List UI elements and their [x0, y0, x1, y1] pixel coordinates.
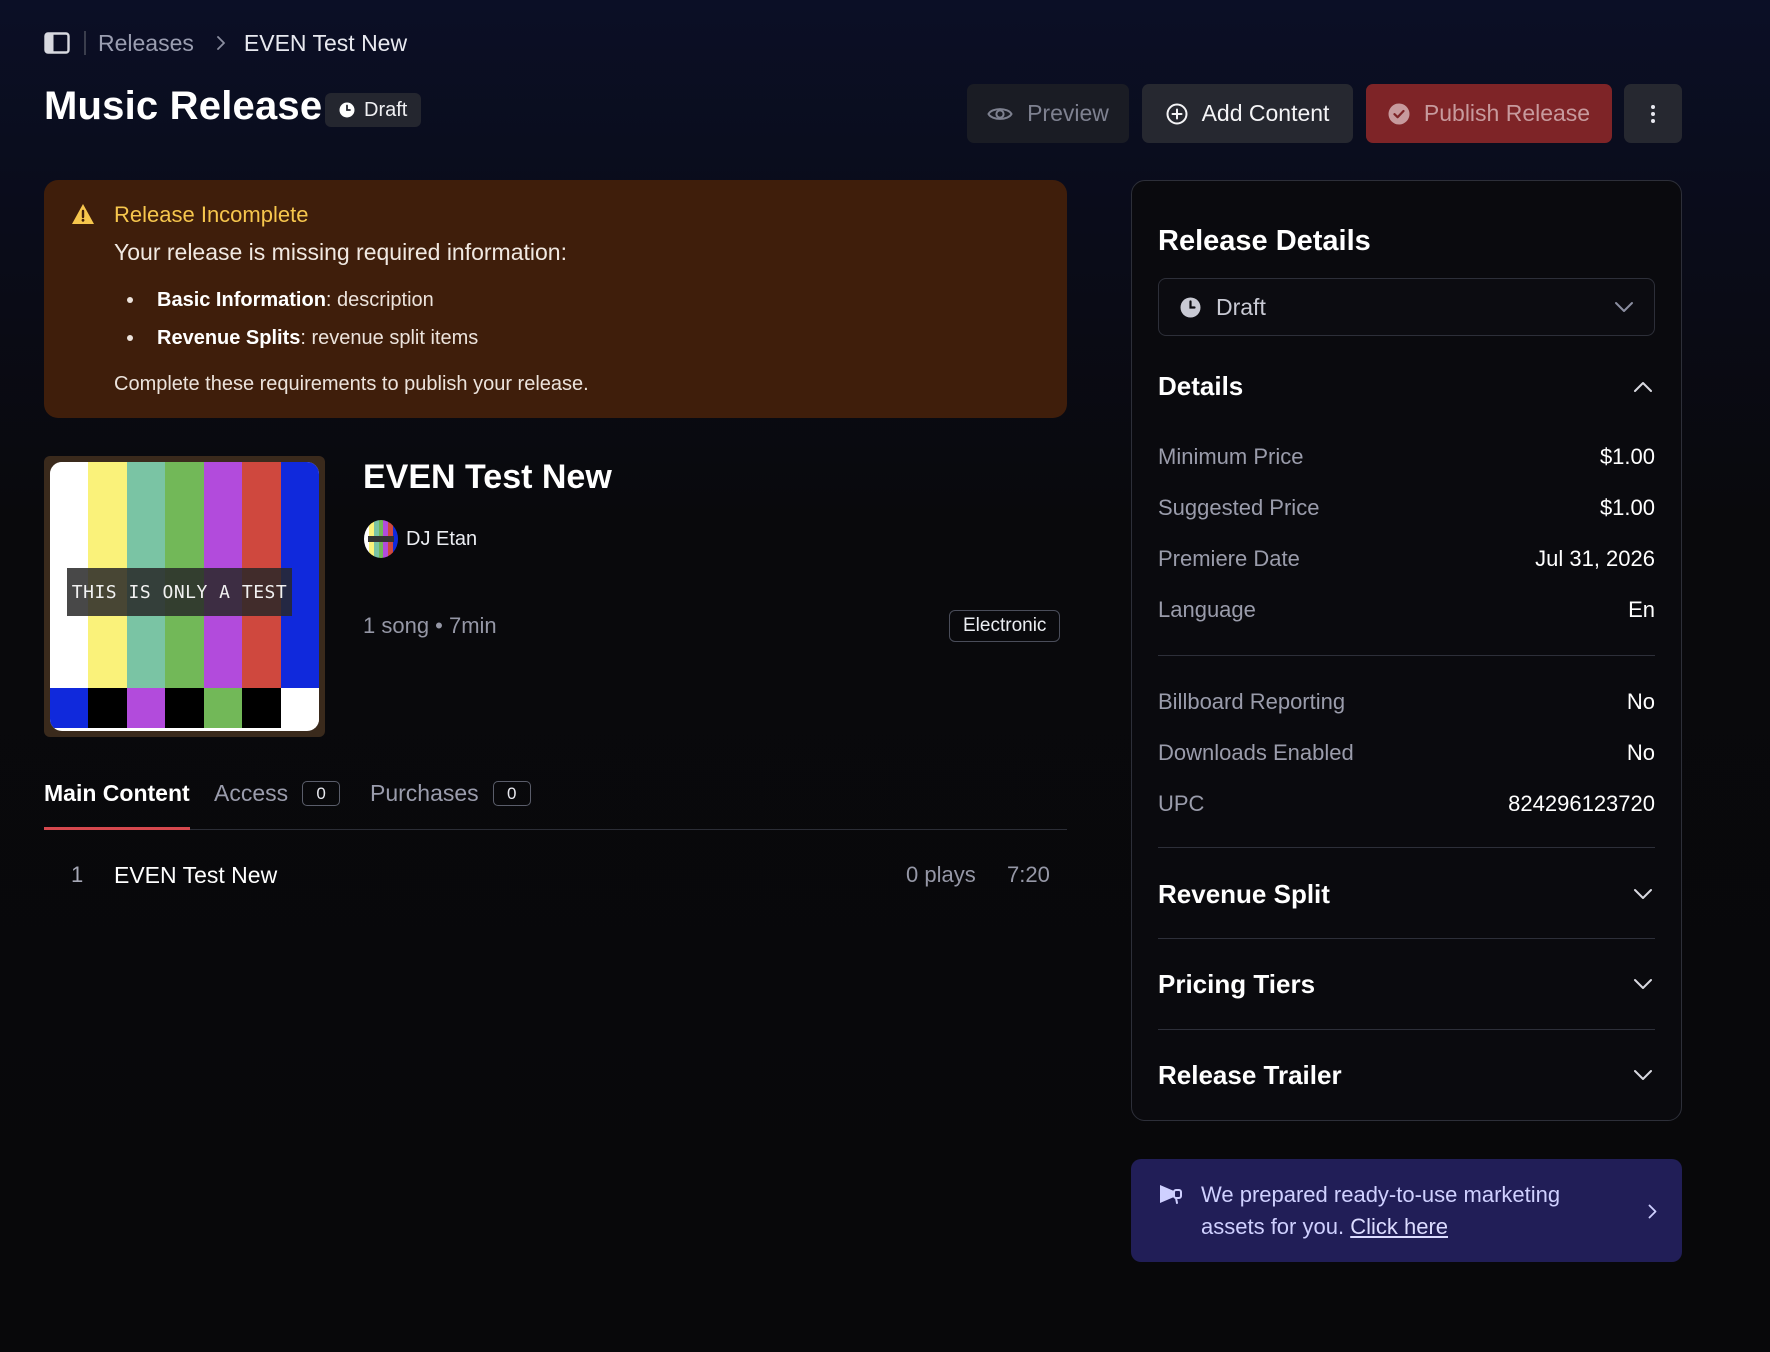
content-tabs: Main Content Access 0 Purchases 0 — [44, 772, 1067, 830]
release-trailer-section-toggle[interactable]: Release Trailer — [1158, 1060, 1655, 1091]
purchases-count-badge: 0 — [492, 781, 531, 806]
marketing-text: We prepared ready-to-use marketing asset… — [1201, 1182, 1561, 1239]
page-title: Music Release — [44, 84, 323, 128]
release-meta: 1 song • 7min — [363, 613, 497, 638]
status-select-value: Draft — [1216, 293, 1266, 320]
add-content-button[interactable]: Add Content — [1142, 84, 1353, 143]
detail-row-downloads-enabled: Downloads Enabled No — [1158, 739, 1655, 765]
divider — [1158, 1029, 1655, 1030]
click-here-link[interactable]: Click here — [1350, 1214, 1448, 1239]
track-title: EVEN Test New — [114, 861, 278, 888]
details-title: Details — [1158, 371, 1244, 401]
divider — [1158, 847, 1655, 848]
publish-release-button-label: Publish Release — [1423, 100, 1591, 126]
status-badge-label: Draft — [364, 98, 408, 121]
track-duration: 7:20 — [1007, 862, 1050, 887]
detail-row-billboard-reporting: Billboard Reporting No — [1158, 688, 1655, 714]
sidebar-toggle-icon[interactable] — [44, 32, 70, 54]
missing-requirements-list: Basic Information: description Revenue S… — [114, 288, 478, 364]
breadcrumb-current: EVEN Test New — [243, 29, 408, 56]
preview-button[interactable]: Preview — [967, 84, 1129, 143]
release-incomplete-alert: Release Incomplete Your release is missi… — [44, 180, 1067, 418]
status-select[interactable]: Draft — [1158, 278, 1655, 336]
panel-title: Release Details — [1158, 225, 1371, 257]
chevron-down-icon — [1615, 302, 1633, 312]
access-count-badge: 0 — [302, 781, 341, 806]
warning-icon — [72, 204, 94, 224]
chevron-down-icon — [1634, 1070, 1652, 1080]
more-vertical-icon — [1651, 104, 1655, 123]
breadcrumb-releases-link[interactable]: Releases — [98, 30, 194, 57]
pricing-tiers-title: Pricing Tiers — [1158, 969, 1316, 999]
chevron-right-icon — [216, 36, 225, 50]
avatar — [364, 520, 398, 558]
list-item: Basic Information: description — [114, 288, 478, 326]
clock-icon — [339, 102, 355, 118]
pricing-tiers-section-toggle[interactable]: Pricing Tiers — [1158, 969, 1655, 1000]
list-item: Revenue Splits: revenue split items — [114, 326, 478, 364]
eye-icon — [987, 107, 1013, 120]
preview-button-label: Preview — [1027, 100, 1109, 126]
release-details-panel: Release Details Draft Details Minimum Pr… — [1131, 180, 1682, 1121]
revenue-split-section-toggle[interactable]: Revenue Split — [1158, 879, 1655, 910]
divider — [1158, 655, 1655, 656]
clock-icon — [1180, 297, 1201, 317]
chevron-right-icon — [1648, 1204, 1657, 1219]
detail-row-premiere-date: Premiere Date Jul 31, 2026 — [1158, 545, 1655, 571]
more-options-button[interactable] — [1624, 84, 1682, 143]
chevron-up-icon — [1634, 382, 1652, 392]
marketing-assets-banner[interactable]: We prepared ready-to-use marketing asset… — [1131, 1159, 1682, 1262]
breadcrumb-divider — [84, 31, 86, 55]
track-plays: 0 plays — [906, 862, 976, 887]
divider — [1158, 938, 1655, 939]
alert-footer: Complete these requirements to publish y… — [114, 373, 589, 395]
plus-circle-icon — [1166, 103, 1188, 124]
table-row[interactable]: 1 EVEN Test New 0 plays 7:20 — [44, 848, 1067, 902]
track-number: 1 — [71, 862, 84, 887]
cover-art: THIS IS ONLY A TEST — [44, 456, 325, 737]
artist-link[interactable]: DJ Etan — [364, 520, 477, 558]
artist-name: DJ Etan — [406, 527, 478, 550]
genre-tag: Electronic — [949, 610, 1061, 642]
alert-title: Release Incomplete — [114, 202, 309, 227]
detail-row-suggested-price: Suggested Price $1.00 — [1158, 494, 1655, 520]
chevron-down-icon — [1634, 889, 1652, 899]
revenue-split-title: Revenue Split — [1158, 879, 1330, 909]
cover-text: THIS IS ONLY A TEST — [67, 568, 292, 616]
alert-message: Your release is missing required informa… — [114, 239, 567, 265]
megaphone-icon — [1160, 1185, 1182, 1204]
details-list: Minimum Price $1.00 Suggested Price $1.0… — [1158, 431, 1655, 635]
tab-access[interactable]: Access 0 — [214, 780, 341, 830]
detail-row-minimum-price: Minimum Price $1.00 — [1158, 443, 1655, 469]
status-badge: Draft — [325, 93, 422, 127]
publish-release-button[interactable]: Publish Release — [1366, 84, 1612, 143]
breadcrumb: Releases EVEN Test New — [44, 26, 407, 60]
details-list-secondary: Billboard Reporting No Downloads Enabled… — [1158, 676, 1655, 829]
release-trailer-title: Release Trailer — [1158, 1060, 1342, 1090]
release-name: EVEN Test New — [363, 458, 612, 496]
detail-row-language: Language En — [1158, 596, 1655, 622]
tab-main-content[interactable]: Main Content — [44, 780, 190, 830]
details-section-toggle[interactable]: Details — [1158, 371, 1655, 402]
add-content-button-label: Add Content — [1201, 100, 1330, 126]
detail-row-upc: UPC 824296123720 — [1158, 790, 1655, 816]
chevron-down-icon — [1634, 979, 1652, 989]
tab-purchases[interactable]: Purchases 0 — [370, 780, 531, 830]
check-circle-icon — [1388, 103, 1410, 124]
